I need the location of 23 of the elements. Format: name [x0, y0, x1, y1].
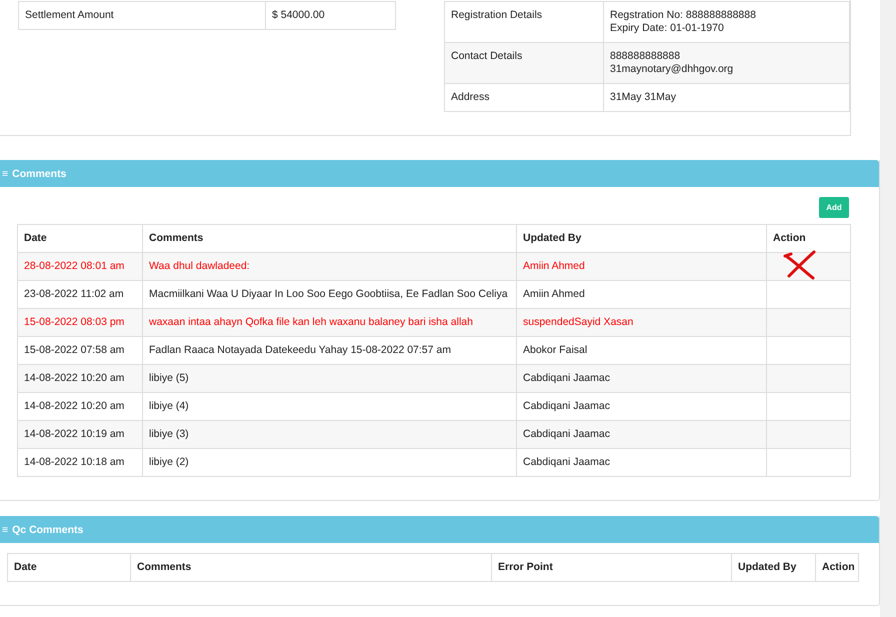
panel-title: Comments [12, 168, 66, 180]
detail-label: Registration Details [444, 2, 604, 42]
column-header: Comments [130, 554, 492, 582]
table-cell: 14-08-2022 10:18 am [18, 448, 142, 476]
table-cell: Cabdiqani Jaamac [516, 448, 766, 476]
table-cell: libiye (2) [142, 448, 516, 476]
cross-icon [783, 250, 817, 280]
column-header: Error Point [492, 554, 732, 582]
column-header: Updated By [516, 224, 766, 252]
menu-icon[interactable]: ≡ [2, 168, 8, 180]
menu-icon[interactable]: ≡ [2, 524, 8, 536]
column-header: Updated By [732, 554, 816, 582]
detail-value: Regstration No: 888888888888 Expiry Date: 01-01-1970 [604, 2, 850, 42]
column-header: Date [8, 554, 130, 582]
detail-label: Address [444, 84, 604, 112]
detail-label: Settlement Amount [18, 2, 266, 30]
detail-value: $ 54000.00 [266, 2, 396, 30]
add-button[interactable]: Add [819, 197, 849, 218]
column-header: Date [18, 224, 142, 252]
detail-value: 31May 31May [604, 84, 850, 112]
column-header: Action [816, 554, 858, 582]
panel-title: Qc Comments [12, 524, 84, 536]
column-header: Comments [142, 224, 516, 252]
